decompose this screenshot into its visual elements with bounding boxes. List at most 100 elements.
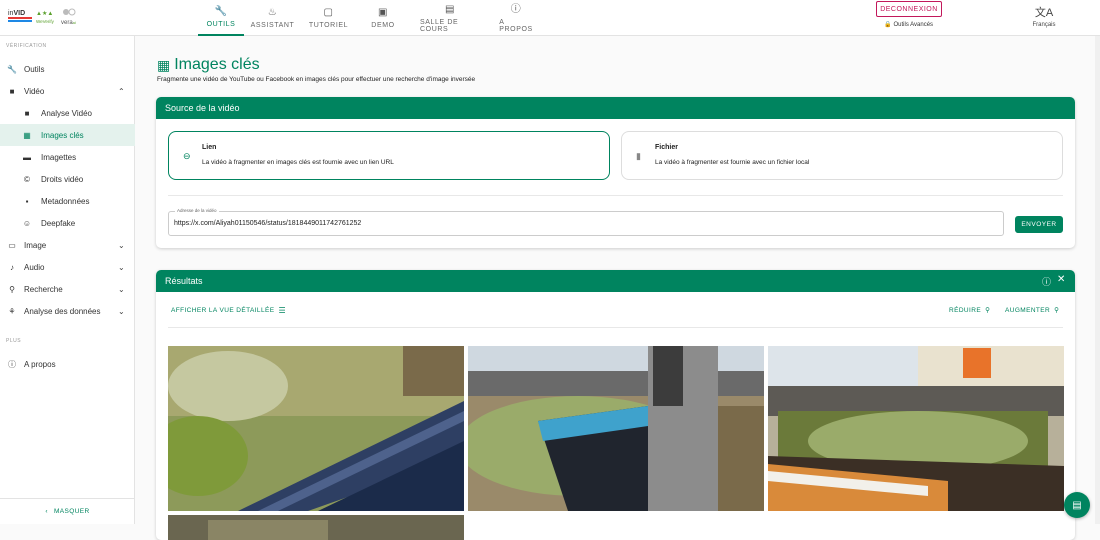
svg-text:WeVerify: WeVerify — [36, 19, 55, 24]
language-selector[interactable]: 文A Français — [1030, 4, 1058, 28]
sidebar-item-a-propos[interactable]: ⓘ A propos — [0, 353, 135, 375]
lock-icon: 🔒 — [884, 22, 892, 28]
sidebar-item-video[interactable]: ■ Vidéo ⌃ — [0, 80, 135, 102]
classroom-icon: ▤ — [444, 3, 456, 15]
hide-sidebar-label: MASQUER — [53, 508, 90, 515]
translate-icon: 文A — [1034, 7, 1054, 19]
nav-tab-label: A PROPOS — [499, 18, 533, 33]
video-analysis-icon: ■ — [24, 108, 30, 118]
zoom-in-icon: ⚲ — [1054, 307, 1060, 314]
sidebar-item-label: Metadonnées — [41, 196, 90, 206]
send-button[interactable]: ENVOYER — [1015, 216, 1063, 233]
sidebar-item-recherche[interactable]: ⚲ Recherche ⌄ — [0, 278, 135, 300]
demo-icon: ▣ — [377, 7, 389, 18]
video-url-input[interactable]: https://x.com/Aliyah01150546/status/1818… — [168, 211, 1004, 236]
nav-tab-demo[interactable]: ▣ DEMO — [356, 0, 410, 36]
enlarge-label: AUGMENTER — [1005, 306, 1051, 314]
chevron-down-icon: ⌄ — [118, 240, 125, 250]
sidebar-item-label: Image — [24, 240, 47, 250]
wrench-icon: 🔧 — [7, 64, 17, 74]
data-icon: ⚘ — [8, 306, 16, 316]
wrench-icon: 🔧 — [214, 6, 228, 17]
nav-tab-label: DEMO — [371, 22, 395, 29]
main-nav: 🔧 OUTILS ♨ ASSISTANT ▢ TUTORIEL ▣ DEMO ▤… — [198, 0, 542, 36]
keyframes-icon: ▦ — [23, 130, 31, 140]
deepfake-icon: ☺ — [22, 218, 32, 228]
sidebar-item-audio[interactable]: ♪ Audio ⌄ — [0, 256, 135, 278]
source-option-description: La vidéo à fragmenter est fournie avec u… — [655, 159, 810, 166]
top-bar: inVID ▲★▲ WeVerify veraai 🔧 OUTILS ♨ ASS… — [0, 0, 1100, 36]
nav-tab-label: TUTORIEL — [308, 22, 349, 29]
assistant-icon: ♨ — [267, 7, 278, 18]
source-option-file[interactable]: ▮ Fichier La vidéo à fragmenter est four… — [621, 131, 1063, 180]
keyframes-icon: ▦ — [157, 56, 171, 73]
nav-tab-assistant[interactable]: ♨ ASSISTANT — [244, 0, 301, 36]
sidebar-item-deepfake[interactable]: ☺ Deepfake — [0, 212, 135, 234]
sidebar-item-label: Droits vidéo — [41, 174, 84, 184]
sidebar-item-label: Imagettes — [41, 152, 77, 162]
sidebar-item-analyse-donnees[interactable]: ⚘ Analyse des données ⌄ — [0, 300, 135, 322]
source-card: Source de la vidéo ⊖ Lien La vidéo à fra… — [156, 97, 1075, 248]
nav-tab-a-propos[interactable]: ⓘ A PROPOS — [490, 0, 542, 36]
sidebar-item-label: Audio — [24, 262, 45, 272]
reduce-label: RÉDUIRE — [949, 306, 982, 314]
nav-tab-label: SALLE DE COURS — [420, 18, 459, 33]
chevron-down-icon: ⌄ — [118, 262, 125, 272]
hide-sidebar-button[interactable]: ‹ MASQUER — [0, 498, 135, 524]
sidebar-item-imagettes[interactable]: ▬ Imagettes — [0, 146, 135, 168]
sidebar-item-image[interactable]: ▭ Image ⌄ — [0, 234, 135, 256]
feedback-chat-button[interactable]: ▤ — [1064, 492, 1090, 518]
sidebar: VÉRIFICATION 🔧 Outils ■ Vidéo ⌃ ■ Analys… — [0, 36, 135, 524]
chevron-down-icon: ⌄ — [118, 284, 125, 294]
source-option-title: Fichier — [655, 144, 678, 151]
sidebar-item-label: A propos — [24, 359, 56, 369]
sidebar-item-label: Recherche — [24, 284, 63, 294]
thumbnails-icon: ▬ — [23, 152, 31, 162]
svg-text:▲★▲: ▲★▲ — [36, 10, 53, 17]
sidebar-item-images-cles[interactable]: ▦ Images clés — [0, 124, 135, 146]
keyframe-image[interactable] — [768, 346, 1064, 511]
book-icon: ▢ — [323, 7, 334, 18]
sidebar-item-metadonnees[interactable]: ▪ Metadonnées — [0, 190, 135, 212]
detailed-view-button[interactable]: AFFICHER LA VUE DÉTAILLÉE ☰ — [171, 306, 286, 315]
keyframe-image[interactable] — [468, 346, 764, 511]
reduce-button[interactable]: RÉDUIRE ⚲ — [949, 306, 991, 315]
advanced-tools-label: Outils Avancés — [893, 21, 934, 28]
chevron-left-icon: ‹ — [45, 508, 48, 515]
close-icon[interactable]: ✕ — [1057, 274, 1065, 285]
sidebar-item-label: Deepfake — [41, 218, 76, 228]
results-card-header: Résultats ⓘ ✕ — [156, 270, 1075, 292]
copyright-icon: © — [24, 174, 30, 184]
results-card-title: Résultats — [165, 276, 203, 286]
sidebar-item-droits-video[interactable]: © Droits vidéo — [0, 168, 135, 190]
keyframe-image[interactable] — [168, 346, 464, 511]
sidebar-item-outils[interactable]: 🔧 Outils — [0, 58, 135, 80]
zoom-out-icon: ⚲ — [985, 307, 991, 314]
source-option-link[interactable]: ⊖ Lien La vidéo à fragmenter en images c… — [168, 131, 610, 180]
svg-text:veraai: veraai — [61, 20, 76, 26]
nav-tab-salle-de-cours[interactable]: ▤ SALLE DE COURS — [410, 0, 490, 36]
image-icon: ▭ — [8, 240, 16, 250]
grid-view-icon: ☰ — [278, 306, 287, 315]
main-content: ▦ Images clés Fragmente une vidéo de You… — [135, 36, 1100, 540]
enlarge-button[interactable]: AUGMENTER ⚲ — [1005, 306, 1060, 315]
sidebar-item-analyse-video[interactable]: ■ Analyse Vidéo — [0, 102, 135, 124]
nav-tab-outils[interactable]: 🔧 OUTILS — [198, 0, 244, 36]
detailed-view-label: AFFICHER LA VUE DÉTAILLÉE — [171, 307, 275, 314]
page-subtitle: Fragmente une vidéo de YouTube ou Facebo… — [157, 76, 476, 83]
divider — [168, 195, 1063, 196]
scrollbar[interactable] — [1095, 36, 1100, 524]
nav-tab-tutoriel[interactable]: ▢ TUTORIEL — [301, 0, 356, 36]
advanced-tools-link[interactable]: 🔒 Outils Avancés — [884, 21, 934, 29]
file-icon: ▮ — [636, 151, 641, 161]
metadata-icon: ▪ — [25, 196, 29, 206]
video-url-label: Adresse de la vidéo — [175, 208, 219, 213]
nav-tab-label: ASSISTANT — [250, 22, 295, 29]
app-logo[interactable]: inVID ▲★▲ WeVerify veraai — [6, 5, 86, 29]
source-card-header: Source de la vidéo — [156, 97, 1075, 119]
help-icon[interactable]: ⓘ — [1042, 275, 1051, 288]
sidebar-item-label: Outils — [24, 64, 45, 74]
logout-button[interactable]: DECONNEXION — [876, 1, 942, 17]
results-toolbar: AFFICHER LA VUE DÉTAILLÉE ☰ RÉDUIRE ⚲ AU… — [156, 292, 1075, 330]
keyframe-image[interactable] — [168, 515, 464, 540]
